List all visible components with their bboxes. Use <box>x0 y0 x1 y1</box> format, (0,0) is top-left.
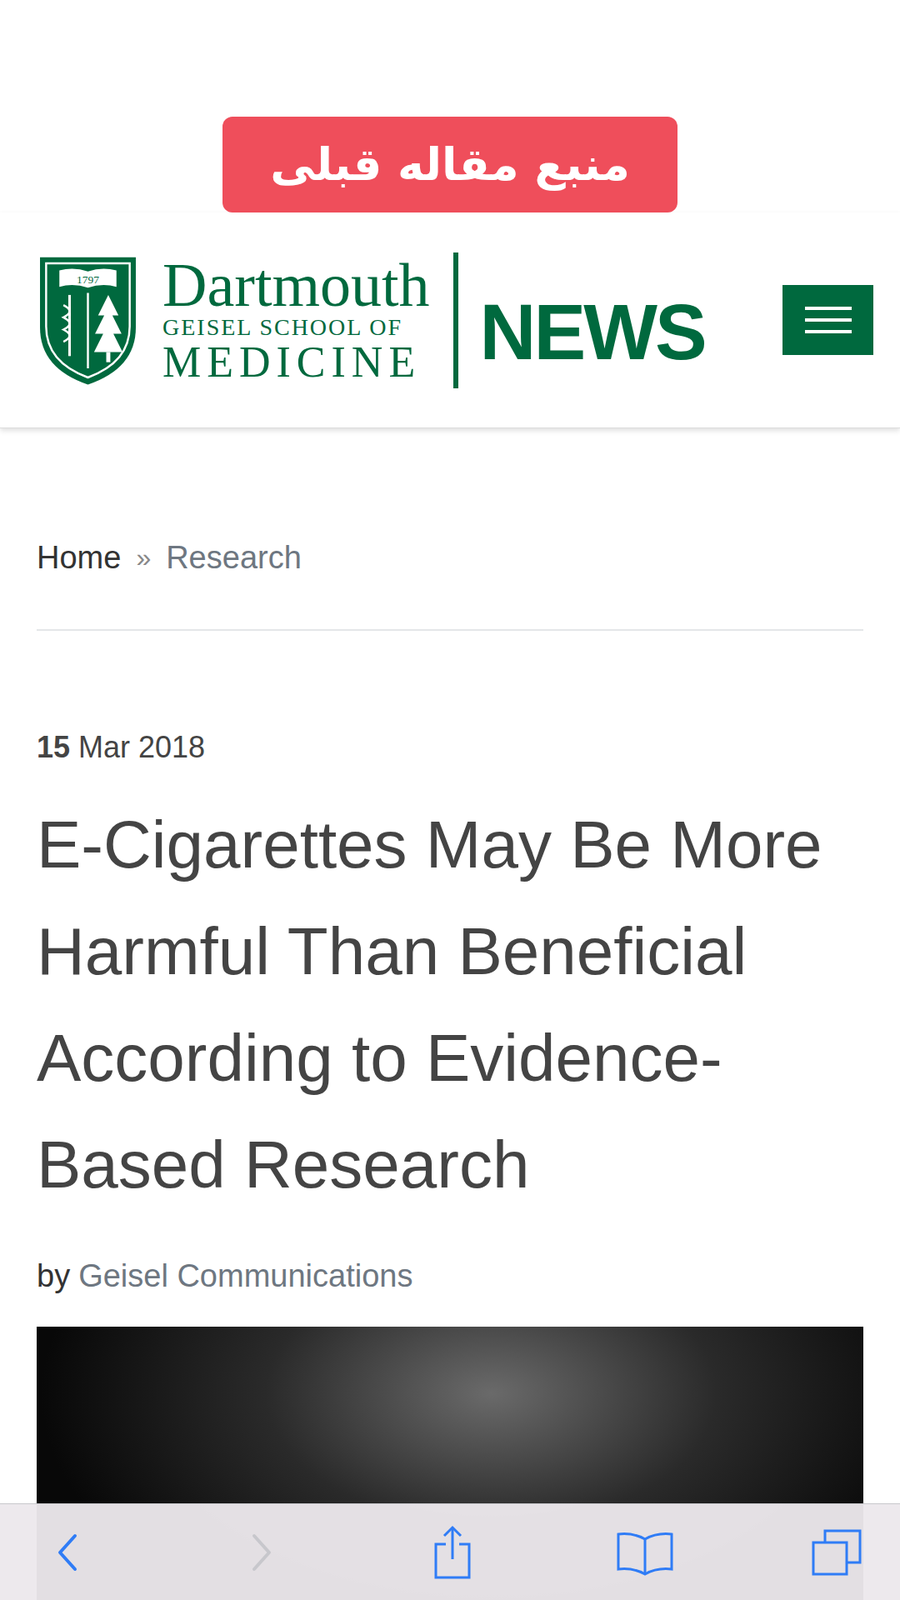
top-area: منبع مقاله قبلی <box>0 0 900 213</box>
logo-divider <box>453 252 459 389</box>
back-button[interactable] <box>38 1529 99 1576</box>
breadcrumb-separator: » <box>135 537 151 578</box>
tabs-icon <box>810 1527 864 1578</box>
section-title: NEWS <box>480 268 705 372</box>
svg-text:1797: 1797 <box>76 273 100 286</box>
logo-text: DartmouthGEISEL SCHOOL OFMEDICINE <box>162 255 430 385</box>
logo[interactable]: 1797 DartmouthGEISEL SCHOOL OFMEDICINE NEW… <box>36 252 705 389</box>
author-link[interactable]: Geisel Communications <box>78 1255 413 1296</box>
share-button[interactable] <box>422 1524 483 1581</box>
tabs-button[interactable] <box>806 1527 867 1578</box>
breadcrumb-item[interactable]: Research <box>165 537 302 578</box>
breadcrumb-item[interactable]: Home <box>36 537 121 578</box>
share-icon <box>429 1524 476 1581</box>
menu-button[interactable] <box>782 285 874 355</box>
byline: byGeisel Communications <box>36 1255 864 1296</box>
back-icon <box>51 1529 85 1576</box>
article: Home » Research 15Mar 2018 E-Cigarettes May … <box>0 428 900 1600</box>
previous-article-badge[interactable]: منبع مقاله قبلی <box>222 116 678 213</box>
browser-toolbar <box>0 1503 900 1600</box>
bookmarks-icon <box>615 1529 675 1576</box>
menu-icon <box>805 306 852 310</box>
forward-button[interactable] <box>230 1529 291 1576</box>
divider <box>36 629 864 631</box>
breadcrumb: Home » Research <box>36 428 864 578</box>
shield-icon: 1797 <box>36 254 140 387</box>
article-date: 15Mar 2018 <box>36 728 864 767</box>
site-header: 1797 DartmouthGEISEL SCHOOL OFMEDICINE NEW… <box>0 212 900 429</box>
article-title: E-Cigarettes May Be More Harmful Than Be… <box>36 791 864 1219</box>
bookmarks-button[interactable] <box>615 1529 675 1576</box>
page: منبع مقاله قبلی 1797 DartmouthGEISEL SCHOO… <box>0 0 900 1600</box>
forward-icon <box>244 1529 278 1576</box>
